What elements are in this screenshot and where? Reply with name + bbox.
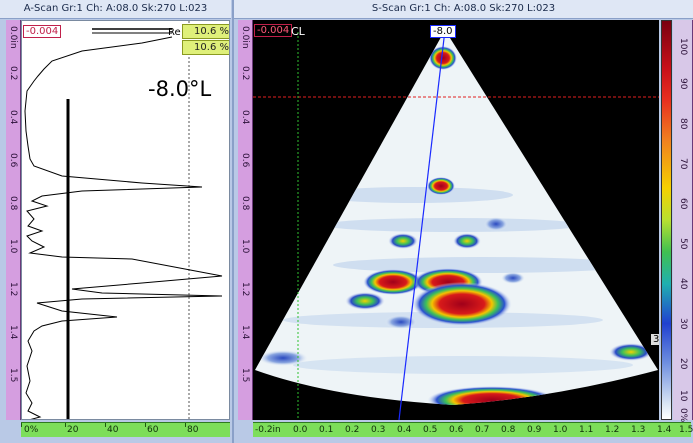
colorbar-tick-label: 40 bbox=[678, 278, 688, 290]
sscan-depth-tick-label: 0.0in bbox=[240, 26, 250, 49]
ascan-plot[interactable]: -0.004 -8.0°L Re 10.6 % 10.6 % bbox=[21, 20, 230, 420]
sscan-depth-tick-label: 0.6 bbox=[240, 153, 250, 168]
ascan-depth-tick-label: 0.0in bbox=[8, 26, 18, 49]
sscan-index-tick-label: 1.4 bbox=[657, 425, 672, 435]
sscan-index-tick-label: 0.3 bbox=[371, 425, 386, 435]
sscan-index-tick-label: 1.1 bbox=[579, 425, 594, 435]
ascan-angle-label: -8.0°L bbox=[148, 77, 212, 101]
sscan-depth-tick-label: 1.5 bbox=[240, 368, 250, 383]
colorbar-tick-label: 0% bbox=[678, 408, 688, 423]
sscan-cursor-value: -0.004 bbox=[254, 24, 293, 37]
colorbar-tick-label: 50 bbox=[678, 238, 688, 250]
ascan-gate-reading-1: 10.6 % bbox=[182, 24, 229, 39]
sscan-depth-ruler: 0.0in 0.2 0.4 0.6 0.8 1.0 1.2 1.4 1.5 bbox=[238, 20, 253, 420]
sscan-index-tick-label: 0.6 bbox=[449, 425, 464, 435]
ascan-cursor-value: -0.004 bbox=[23, 25, 62, 38]
ascan-depth-tick-label: 0.6 bbox=[8, 153, 18, 168]
sscan-depth-tick-label: 1.4 bbox=[240, 325, 250, 340]
colorbar-tick-label: 90 bbox=[678, 78, 688, 90]
ascan-amp-tick-label: 40 bbox=[107, 425, 119, 435]
sscan-index-tick-label: 1.3 bbox=[631, 425, 646, 435]
sscan-index-tick-label: 0.9 bbox=[527, 425, 542, 435]
sscan-index-tick-label: 0.2 bbox=[345, 425, 360, 435]
sscan-index-tick-label: -0.2in bbox=[255, 425, 281, 435]
ascan-depth-tick-label: 1.5 bbox=[8, 368, 18, 383]
panel-divider[interactable] bbox=[232, 0, 234, 443]
ascan-amp-tick-label: 60 bbox=[147, 425, 159, 435]
sscan-index-tick-label: 0.0 bbox=[293, 425, 308, 435]
colorbar-tick-label: 10 bbox=[678, 390, 688, 402]
sscan-index-tick-label: 0.1 bbox=[319, 425, 334, 435]
sscan-depth-tick-label: 0.8 bbox=[240, 196, 250, 211]
ascan-depth-tick-label: 0.8 bbox=[8, 196, 18, 211]
color-palette-bar bbox=[661, 20, 672, 420]
ascan-amplitude-ruler: 0% 20 40 60 80 bbox=[21, 422, 230, 437]
sscan-depth-tick-label: 0.2 bbox=[240, 66, 250, 81]
colorbar-scale: 100 90 80 70 60 50 40 30 20 10 0% bbox=[673, 20, 693, 423]
colorbar-tick-label: 60 bbox=[678, 198, 688, 210]
sscan-sector bbox=[253, 29, 659, 420]
sscan-index-tick-label: 1.0 bbox=[553, 425, 568, 435]
ascan-title: A-Scan Gr:1 Ch: A:08.0 Sk:270 L:023 bbox=[0, 0, 231, 19]
ascan-depth-tick-label: 0.4 bbox=[8, 110, 18, 125]
sscan-index-tick-label: 0.7 bbox=[475, 425, 490, 435]
ascan-depth-tick-label: 0.2 bbox=[8, 66, 18, 81]
colorbar-tick-label: 100 bbox=[678, 38, 688, 56]
colorbar-tick-label: 80 bbox=[678, 118, 688, 130]
sscan-depth-tick-label: 0.4 bbox=[240, 110, 250, 125]
sscan-index-tick-label: 1.5 bbox=[679, 425, 693, 435]
ascan-depth-ruler: 0.0in 0.2 0.4 0.6 0.8 1.0 1.2 1.4 1.5 bbox=[6, 20, 21, 420]
sscan-right-marker[interactable]: 3 bbox=[651, 334, 659, 345]
ascan-gate-tag: Re bbox=[168, 27, 181, 38]
sscan-image[interactable]: -0.004 CL -8.0 3 bbox=[253, 20, 659, 420]
ascan-amp-tick-label: 80 bbox=[187, 425, 199, 435]
ascan-depth-tick-label: 1.4 bbox=[8, 325, 18, 340]
sscan-cl-label: CL bbox=[291, 25, 305, 38]
ascan-depth-tick-label: 1.2 bbox=[8, 282, 18, 297]
ascan-depth-tick-label: 1.0 bbox=[8, 239, 18, 254]
sscan-index-tick-label: 0.8 bbox=[501, 425, 516, 435]
colorbar-tick-label: 70 bbox=[678, 158, 688, 170]
sscan-angle-marker[interactable]: -8.0 bbox=[430, 25, 456, 38]
sscan-index-tick-label: 0.5 bbox=[423, 425, 438, 435]
sscan-depth-tick-label: 1.0 bbox=[240, 239, 250, 254]
sscan-index-tick-label: 1.2 bbox=[605, 425, 620, 435]
sscan-index-ruler: -0.2in 0.0 0.1 0.2 0.3 0.4 0.5 0.6 0.7 0… bbox=[253, 422, 693, 437]
colorbar-tick-label: 30 bbox=[678, 318, 688, 330]
colorbar-tick-label: 20 bbox=[678, 358, 688, 370]
sscan-depth-tick-label: 1.2 bbox=[240, 282, 250, 297]
sscan-index-tick-label: 0.4 bbox=[397, 425, 412, 435]
ascan-amp-tick-label: 0% bbox=[24, 425, 39, 435]
ascan-amp-tick-label: 20 bbox=[67, 425, 79, 435]
sscan-title: S-Scan Gr:1 Ch: A:08.0 Sk:270 L:023 bbox=[234, 0, 693, 19]
ascan-gate-reading-2: 10.6 % bbox=[182, 40, 229, 55]
